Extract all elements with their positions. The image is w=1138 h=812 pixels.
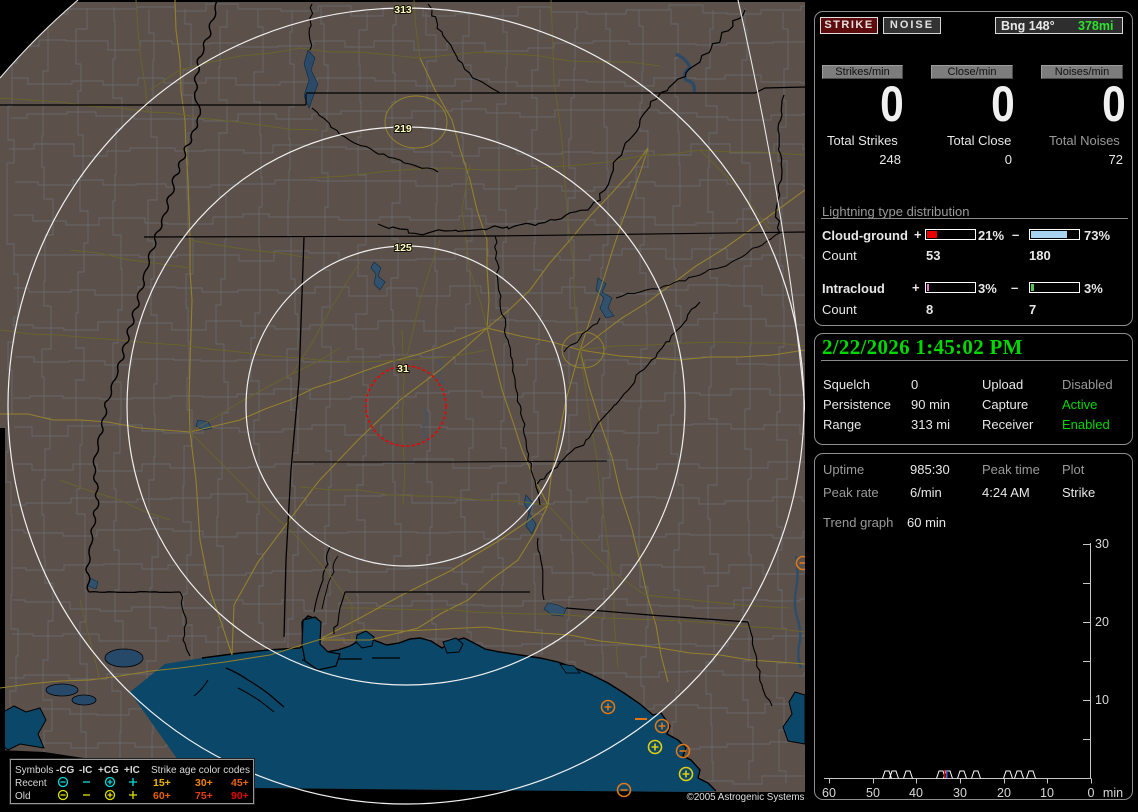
svg-text:Strike age color codes: Strike age color codes xyxy=(151,765,250,776)
svg-text:min: min xyxy=(1103,786,1123,799)
svg-text:20: 20 xyxy=(997,786,1011,799)
svg-text:+IC: +IC xyxy=(124,765,140,776)
svg-text:125: 125 xyxy=(394,242,412,254)
svg-text:Recent: Recent xyxy=(15,778,47,789)
svg-text:-CG: -CG xyxy=(56,765,75,776)
svg-text:50: 50 xyxy=(866,786,880,799)
svg-text:+CG: +CG xyxy=(98,765,119,776)
svg-text:15+: 15+ xyxy=(153,777,171,789)
svg-text:20: 20 xyxy=(1095,615,1109,629)
svg-text:Old: Old xyxy=(15,791,31,802)
svg-text:-IC: -IC xyxy=(79,765,92,776)
svg-text:Symbols: Symbols xyxy=(15,765,53,776)
svg-text:219: 219 xyxy=(394,123,412,135)
svg-text:60+: 60+ xyxy=(153,790,171,802)
svg-text:75+: 75+ xyxy=(195,790,213,802)
svg-text:30: 30 xyxy=(953,786,967,799)
svg-text:40: 40 xyxy=(909,786,923,799)
svg-text:31: 31 xyxy=(397,363,409,375)
svg-text:10: 10 xyxy=(1095,693,1109,707)
svg-text:10: 10 xyxy=(1040,786,1054,799)
svg-text:313: 313 xyxy=(394,4,412,16)
svg-text:0: 0 xyxy=(1088,786,1095,799)
svg-text:30: 30 xyxy=(1095,537,1109,551)
svg-text:45+: 45+ xyxy=(231,777,249,789)
svg-text:30+: 30+ xyxy=(195,777,213,789)
svg-text:60: 60 xyxy=(822,786,836,799)
svg-text:90+: 90+ xyxy=(231,790,249,802)
